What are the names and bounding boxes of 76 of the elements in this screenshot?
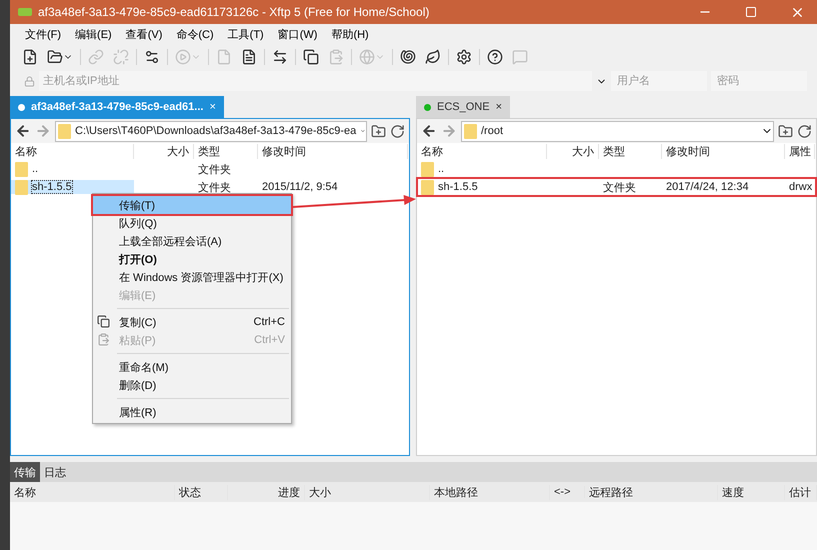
table-cell-text: 文件夹 [197, 180, 232, 194]
table-cell-text: 文件夹 [197, 162, 232, 176]
table-cell-text: 2017/4/24, 12:34 [665, 180, 750, 194]
context-menu-item[interactable]: 队列(Q) [93, 214, 291, 232]
panel-tab[interactable]: 传输 [10, 462, 40, 482]
file-row[interactable]: .. 文件夹 [11, 160, 409, 178]
menu-item[interactable]: 窗口(W) [270, 24, 324, 44]
lock-icon [24, 76, 35, 86]
context-menu-item[interactable]: 在 Windows 资源管理器中打开(X) [93, 268, 291, 286]
column-header[interactable]: <-> [550, 486, 585, 498]
folder-icon [421, 180, 434, 194]
column-header[interactable]: 进度 [228, 484, 305, 500]
menu-item[interactable]: 帮助(H) [324, 24, 376, 44]
menu-item[interactable]: 文件(F) [18, 24, 68, 44]
table-cell-text: 文件夹 [602, 180, 637, 194]
session-tab[interactable]: ECS_ONE × [416, 96, 510, 118]
app-icon [18, 7, 32, 17]
file-name: sh-1.5.5 [438, 181, 478, 193]
column-header[interactable]: 修改时间 [258, 144, 408, 159]
copy-icon[interactable] [301, 49, 321, 65]
host-field[interactable]: 主机名或IP地址 [39, 71, 592, 91]
column-header[interactable]: 大小 [547, 144, 599, 159]
spiral-icon[interactable] [398, 49, 418, 65]
file-name: .. [438, 163, 444, 175]
refresh-icon[interactable] [390, 124, 405, 138]
column-header[interactable]: 远程路径 [585, 484, 718, 500]
menu-item[interactable]: 查看(V) [118, 24, 170, 44]
column-header[interactable]: 大小 [305, 484, 430, 500]
username-field[interactable]: 用户名 [611, 71, 707, 91]
context-menu-item[interactable]: 重命名(M) [93, 358, 291, 376]
back-icon[interactable] [421, 123, 437, 139]
file-row[interactable]: .. [417, 160, 816, 178]
maximize-icon [745, 6, 757, 18]
new-folder-icon[interactable] [371, 124, 386, 138]
context-menu-item[interactable]: 上载全部远程会话(A) [93, 232, 291, 250]
table-cell-text: 2015/11/2, 9:54 [261, 180, 339, 194]
folder-icon [15, 162, 28, 176]
column-header[interactable]: 类型 [599, 144, 662, 159]
panel-tab[interactable]: 日志 [40, 462, 70, 482]
column-header[interactable]: 大小 [134, 144, 194, 159]
paste-icon [97, 333, 110, 346]
new-folder-icon[interactable] [778, 124, 793, 138]
column-header[interactable]: 名称 [10, 484, 175, 500]
column-header[interactable]: 修改时间 [662, 144, 785, 159]
context-menu-item[interactable]: 传输(T) [93, 196, 291, 214]
copy-icon [97, 315, 110, 328]
session-tab[interactable]: af3a48ef-3a13-479e-85c9-ead61... × [10, 96, 224, 118]
context-menu-item[interactable]: 复制(C) Ctrl+C [93, 313, 291, 331]
menu-item[interactable]: 工具(T) [220, 24, 271, 44]
file-row[interactable]: sh-1.5.5 文件夹 2017/4/24, 12:34 drwx [417, 178, 816, 196]
help-icon[interactable] [485, 49, 505, 65]
path-field[interactable]: /root [461, 120, 774, 142]
window-title: af3a48ef-3a13-479e-85c9-ead61173126c - Xftp 5 (Free for Home/School) [38, 5, 430, 19]
file-name: .. [32, 163, 38, 175]
column-header[interactable]: 本地路径 [430, 484, 550, 500]
column-header[interactable]: 名称 [11, 144, 134, 159]
file-row[interactable]: sh-1.5.5 文件夹 2015/11/2, 9:54 [11, 178, 409, 196]
column-header[interactable]: 类型 [194, 144, 258, 159]
column-header[interactable]: 状态 [175, 484, 228, 500]
file-name: sh-1.5.5 [32, 181, 72, 193]
column-header[interactable]: 属性 [785, 144, 815, 159]
context-menu-item[interactable]: 属性(R) [93, 403, 291, 421]
context-menu-item[interactable]: 打开(O) [93, 250, 291, 268]
table-cell-text: drwx [788, 180, 814, 194]
column-header[interactable]: 速度 [718, 484, 785, 500]
menu-item[interactable]: 命令(C) [169, 24, 221, 44]
folder-icon [421, 162, 434, 176]
back-icon[interactable] [15, 123, 31, 139]
menu-item[interactable]: 编辑(E) [68, 24, 119, 44]
path-field[interactable]: C:\Users\T460P\Downloads\af3a48ef-3a13-479e-85c9-ea [55, 120, 367, 142]
refresh-icon[interactable] [797, 124, 812, 138]
password-field[interactable]: 密码 [711, 71, 807, 91]
folder-icon [15, 180, 28, 194]
column-header[interactable]: 名称 [417, 144, 547, 159]
context-menu-item[interactable]: 删除(D) [93, 376, 291, 394]
column-header[interactable]: 估计 [785, 484, 817, 500]
